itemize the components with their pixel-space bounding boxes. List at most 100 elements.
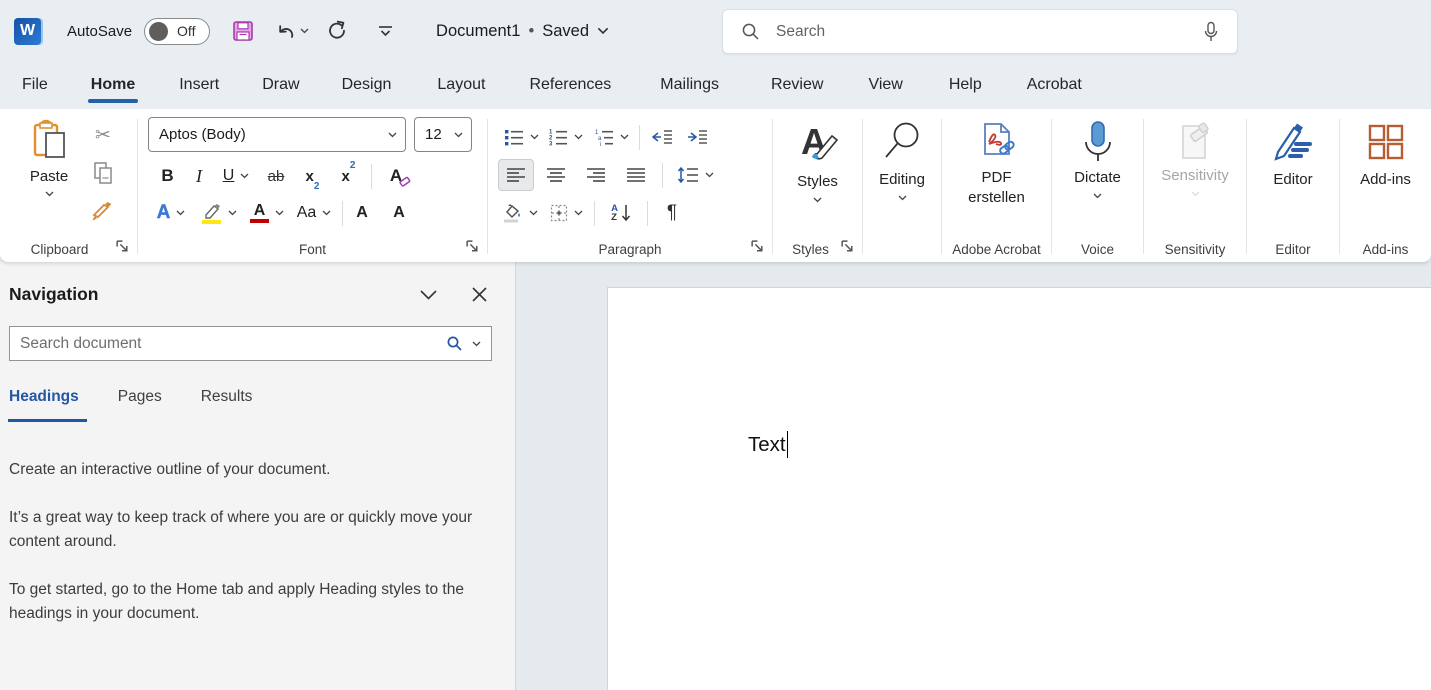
change-case-button[interactable]: Aa <box>291 197 337 229</box>
numbering-button[interactable]: 1 2 3 <box>543 121 587 153</box>
change-case-chevron-icon <box>322 210 331 216</box>
clipboard-dialog-launcher[interactable] <box>115 239 130 254</box>
editing-button[interactable]: Editing <box>863 109 941 262</box>
navigation-collapse-button[interactable] <box>418 285 438 305</box>
save-status: Saved <box>542 22 589 41</box>
font-name-combo[interactable]: Aptos (Body) <box>148 117 406 152</box>
grow-font-button[interactable]: A <box>348 197 384 229</box>
format-painter-button[interactable] <box>88 197 118 224</box>
shading-button[interactable] <box>496 197 542 229</box>
italic-button[interactable]: I <box>184 160 214 192</box>
font-name-value: Aptos (Body) <box>159 126 388 143</box>
font-size-combo[interactable]: 12 <box>414 117 472 152</box>
tab-mailings[interactable]: Mailings <box>645 66 734 106</box>
font-size-chevron-icon <box>454 132 463 138</box>
autosave-toggle[interactable]: Off <box>144 18 210 45</box>
pdf-erstellen-button[interactable]: PDF erstellen <box>942 109 1051 262</box>
document-title[interactable]: Document1 • Saved <box>436 22 609 41</box>
styles-dialog-launcher[interactable] <box>840 239 855 254</box>
justify-button[interactable] <box>618 159 654 191</box>
customize-toolbar-icon <box>378 25 393 37</box>
borders-button[interactable] <box>543 197 589 229</box>
nav-tab-pages[interactable]: Pages <box>118 388 162 422</box>
nav-paragraph: To get started, go to the Home tab and a… <box>9 578 491 626</box>
nav-tab-results[interactable]: Results <box>201 388 253 422</box>
strikethrough-button[interactable]: ab <box>258 160 294 192</box>
tab-help[interactable]: Help <box>934 66 997 106</box>
multilevel-list-icon: 1 a i <box>594 128 614 146</box>
ribbon-group-adobe-acrobat: PDF erstellen Adobe Acrobat <box>942 109 1051 262</box>
tab-review[interactable]: Review <box>756 66 838 106</box>
ribbon: Paste ✂ Clipboard <box>0 109 1431 262</box>
font-dialog-launcher[interactable] <box>465 239 480 254</box>
tab-view[interactable]: View <box>853 66 917 106</box>
tab-insert[interactable]: Insert <box>164 66 234 106</box>
editing-find-icon <box>880 120 924 164</box>
tab-design[interactable]: Design <box>327 66 407 106</box>
navigation-close-button[interactable] <box>469 285 489 305</box>
cut-button[interactable]: ✂ <box>88 121 118 148</box>
font-size-value: 12 <box>425 126 454 143</box>
line-spacing-icon <box>677 166 699 184</box>
undo-button[interactable] <box>268 14 314 48</box>
sensitivity-chevron-icon <box>1191 191 1200 197</box>
subscript-button[interactable]: x2 <box>295 160 330 192</box>
superscript-button[interactable]: x2 <box>331 160 366 192</box>
ribbon-group-paragraph: 1 2 3 1 a i <box>488 109 772 262</box>
increase-indent-button[interactable] <box>680 121 714 153</box>
shading-icon <box>501 203 523 223</box>
dictate-button[interactable]: Dictate <box>1052 109 1143 262</box>
editor-button[interactable]: Editor <box>1247 109 1339 262</box>
autosave-label: AutoSave <box>67 23 132 40</box>
align-center-button[interactable] <box>538 159 574 191</box>
word-logo-icon[interactable]: W <box>14 18 41 45</box>
redo-button[interactable] <box>320 14 354 48</box>
microphone-icon[interactable] <box>1203 21 1219 43</box>
search-input[interactable] <box>776 23 1203 41</box>
align-right-button[interactable] <box>578 159 614 191</box>
multilevel-list-button[interactable]: 1 a i <box>588 121 634 153</box>
decrease-indent-button[interactable] <box>645 121 679 153</box>
show-hide-pilcrow-button[interactable]: ¶ <box>653 197 691 229</box>
bold-button[interactable]: B <box>152 160 183 192</box>
main-area: Navigation Headings <box>0 262 1431 690</box>
customize-quick-access-button[interactable] <box>368 14 402 48</box>
styles-chevron-icon <box>813 197 822 203</box>
clear-formatting-button[interactable]: A <box>377 160 415 192</box>
tab-draw[interactable]: Draw <box>247 66 314 106</box>
font-color-button[interactable]: A <box>244 197 290 229</box>
tab-file[interactable]: File <box>7 66 63 106</box>
document-text-line[interactable]: Text <box>748 431 788 458</box>
shrink-font-button[interactable]: A <box>385 197 421 229</box>
copy-button[interactable] <box>88 159 118 186</box>
nav-tab-headings[interactable]: Headings <box>9 388 79 422</box>
tab-layout[interactable]: Layout <box>422 66 500 106</box>
font-group-label: Font <box>138 242 487 257</box>
highlight-button[interactable] <box>195 197 243 229</box>
search-document-icon[interactable] <box>446 335 463 352</box>
title-bar: W AutoSave Off Document1 • Sa <box>0 0 1431 62</box>
addins-button-label: Add-ins <box>1360 170 1411 190</box>
paste-button[interactable]: Paste <box>20 119 78 197</box>
align-left-button[interactable] <box>498 159 534 191</box>
bullets-button[interactable] <box>500 121 542 153</box>
document-search-input[interactable] <box>20 335 446 353</box>
underline-button[interactable]: U <box>215 160 257 192</box>
tab-references[interactable]: References <box>514 66 626 106</box>
navigation-search-box[interactable] <box>9 326 492 361</box>
save-button[interactable] <box>226 14 260 48</box>
document-page[interactable]: Text <box>607 287 1431 690</box>
ribbon-group-styles: A Styles Styles <box>773 109 862 262</box>
underline-chevron-icon <box>240 173 249 179</box>
nav-paragraph: Create an interactive outline of your do… <box>9 458 491 482</box>
tab-acrobat[interactable]: Acrobat <box>1012 66 1097 106</box>
text-effects-button[interactable]: A <box>148 197 194 229</box>
search-options-chevron-icon[interactable] <box>472 341 481 347</box>
line-spacing-button[interactable] <box>671 159 719 191</box>
superscript-glyph: x <box>342 168 350 185</box>
sort-arrow-icon <box>621 204 631 222</box>
tab-home[interactable]: Home <box>76 66 150 106</box>
sort-button[interactable]: A Z <box>600 197 642 229</box>
app-search-bar[interactable] <box>722 9 1238 54</box>
addins-button[interactable]: Add-ins <box>1340 109 1431 262</box>
